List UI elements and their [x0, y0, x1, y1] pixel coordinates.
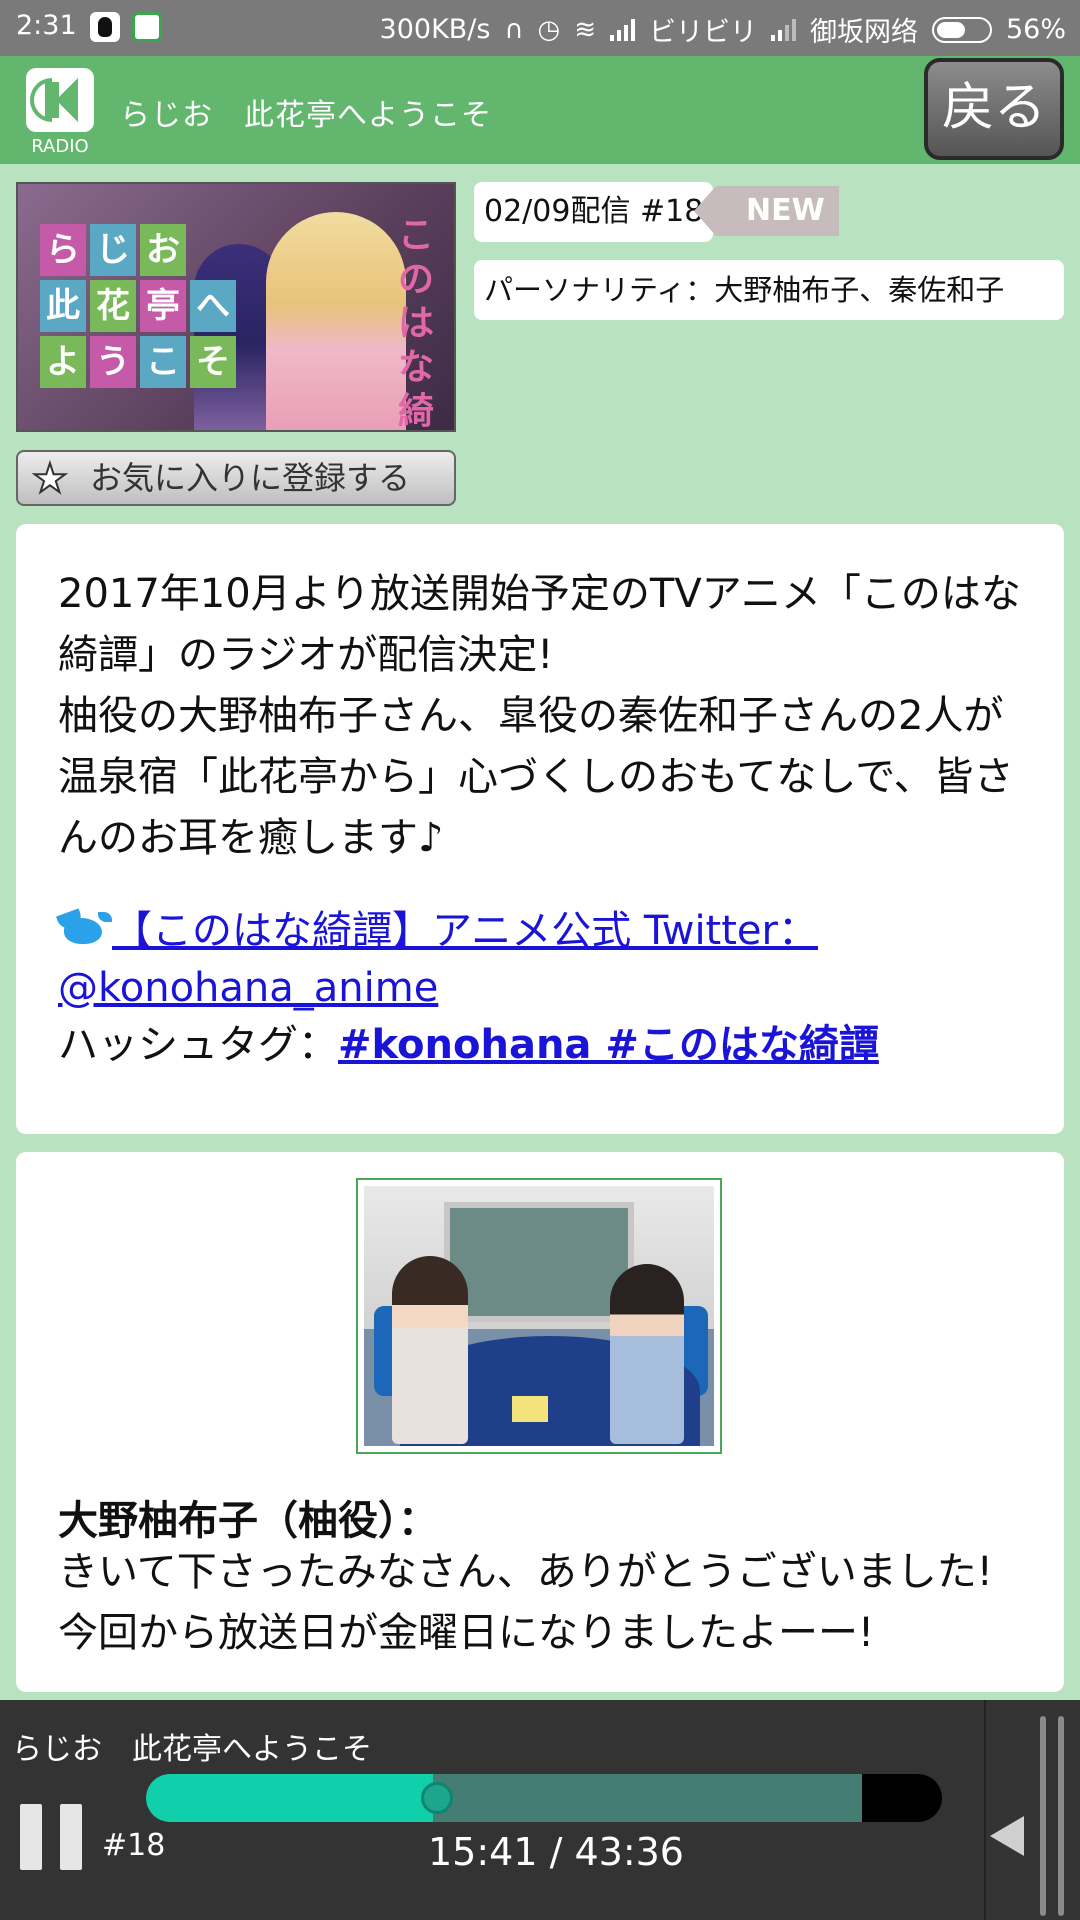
comment-text-cutoff: 今回から放送日が金曜日になりましたよーー! [58, 1610, 875, 1656]
headphones-icon: ∩ [504, 14, 524, 45]
carrier-1: ビリビリ [648, 17, 757, 48]
bilibili-app-icon [132, 12, 162, 42]
description-paragraph-1: 2017年10月より放送開始予定のTVアニメ「このはな綺譚」のラジオが配信決定! [58, 571, 1021, 678]
episode-date-chip: 02/09配信 #18 [474, 182, 714, 242]
seek-bar[interactable] [146, 1774, 942, 1822]
seek-handle[interactable] [420, 1782, 453, 1814]
photo-person-2 [610, 1264, 684, 1444]
status-time: 2:31 [16, 10, 77, 41]
star-icon: ★ [31, 456, 69, 502]
add-favorite-label: お気に入りに登録する [90, 459, 411, 497]
program-thumbnail: ら じ お 此 花 亭 へ よ う こ そ このはな綺譚 [16, 182, 456, 432]
pause-button[interactable] [20, 1804, 82, 1870]
comment-text: きいて下さったみなさん、ありがとうございました! 今回から放送日が金曜日になりま… [58, 1549, 993, 1656]
drag-handle[interactable] [1040, 1716, 1046, 1916]
player-title: らじお 此花亭へようこそ [12, 1732, 372, 1767]
player-episode-number: #18 [102, 1828, 166, 1863]
thumbnail-title-grid: ら じ お 此 花 亭 へ よ う こ そ [40, 224, 236, 388]
twitter-line: 【このはな綺譚】アニメ公式 Twitter：@konohana_anime [55, 903, 1024, 1017]
app-header: RADIO らじお 此花亭へようこそ 戻る [0, 56, 1080, 164]
twitter-link[interactable]: 【このはな綺譚】アニメ公式 Twitter：@konohana_anime [58, 908, 818, 1011]
hashtag-label: ハッシュタグ： [58, 1022, 338, 1068]
photo-person-1 [392, 1256, 468, 1444]
battery-icon [931, 16, 992, 43]
collapse-player-icon[interactable] [990, 1816, 1024, 1856]
comment-speaker: 大野柚布子（柚役）： [58, 1498, 438, 1544]
twitter-bird-icon [55, 908, 112, 948]
signal-icon-2 [770, 18, 796, 41]
thumbnail-side-title: このはな綺譚 [397, 215, 434, 432]
back-button[interactable]: 戻る [924, 58, 1064, 160]
played-bar [146, 1774, 433, 1822]
hashtag-links[interactable]: #konohana #このはな綺譚 [338, 1022, 879, 1068]
qq-icon [90, 12, 120, 42]
net-speed: 300KB/s [379, 14, 491, 45]
studio-photo[interactable] [356, 1178, 722, 1454]
radio-logo-label: RADIO [31, 136, 89, 157]
hashtag-line: ハッシュタグ：#konohana #このはな綺譚 [58, 1017, 1024, 1074]
add-favorite-button[interactable]: ★ お気に入りに登録する [16, 450, 456, 506]
audio-player: らじお 此花亭へようこそ #18 15:41 / 43:36 [0, 1700, 1080, 1920]
alarm-icon: ◷ [537, 14, 561, 45]
battery-percent: 56% [1005, 14, 1066, 45]
time-display: 15:41 / 43:36 [428, 1830, 684, 1874]
comment-card: 大野柚布子（柚役）： きいて下さったみなさん、ありがとうございました! 今回から… [16, 1152, 1064, 1692]
carrier-2: 御坂网络 [809, 17, 918, 48]
status-right-group: 300KB/s ∩ ◷ ≋ ビリビリ 御坂网络 56% [380, 10, 1066, 49]
description-paragraph-2: 柚役の大野柚布子さん、皐役の秦佐和子さんの2人が温泉宿「此花亭から」心づくしのお… [58, 693, 1014, 861]
new-badge: NEW [694, 186, 839, 236]
status-bar: 2:31 300KB/s ∩ ◷ ≋ ビリビリ 御坂网络 56% [0, 0, 1080, 56]
description-card: 2017年10月より放送開始予定のTVアニメ「このはな綺譚」のラジオが配信決定!… [16, 524, 1064, 1134]
signal-icon [609, 18, 635, 41]
personality-info: パーソナリティ：大野柚布子、秦佐和子 [474, 260, 1064, 320]
radio-logo-icon [26, 68, 94, 132]
thumbnail-character-1 [266, 212, 406, 430]
wifi-icon: ≋ [574, 14, 596, 45]
header-title: らじお 此花亭へようこそ [120, 98, 492, 133]
